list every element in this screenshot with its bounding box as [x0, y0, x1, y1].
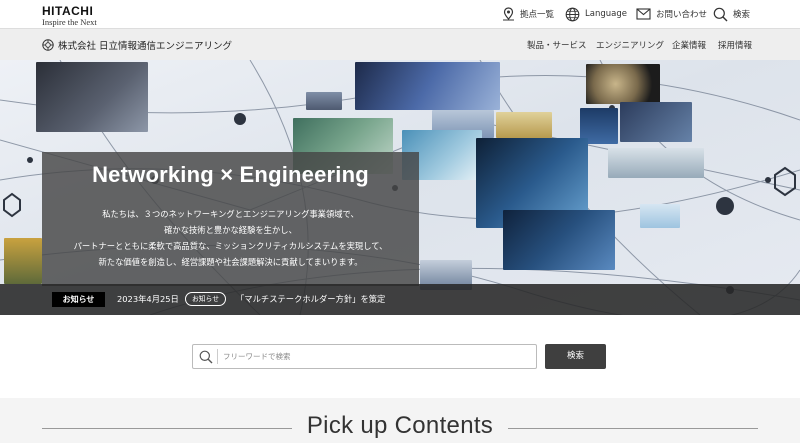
contact-label: お問い合わせ: [656, 10, 708, 20]
pickup-section: Pick up Contents: [0, 398, 800, 443]
contact-link[interactable]: お問い合わせ: [636, 6, 707, 22]
hero-tile-shield: [640, 204, 680, 228]
hitachi-emblem-icon: [42, 39, 54, 51]
hero-tile-wind: [608, 148, 704, 178]
map-pin-icon: [503, 7, 514, 21]
hero-overlay: Networking × Engineering 私たちは、３つのネットワーキン…: [42, 152, 419, 286]
search-field[interactable]: [192, 344, 537, 369]
hero-tile-security: [503, 210, 615, 270]
news-title-link[interactable]: 「マルチステークホルダー方針」を策定: [236, 293, 385, 305]
hero-title: Networking × Engineering: [92, 162, 369, 187]
locations-link[interactable]: 拠点一覧: [502, 6, 554, 22]
hero-line-3: パートナーとともに柔軟で高品質な、ミッションクリティカルシステムを実現して、: [73, 241, 388, 251]
brand-tagline: Inspire the Next: [42, 17, 97, 27]
mail-icon: [636, 8, 651, 20]
nav-company[interactable]: 企業情報: [672, 39, 706, 51]
company-name: 株式会社 日立情報通信エンジニアリング: [58, 41, 233, 52]
news-bar: お知らせ 2023年4月25日 お知らせ 「マルチステークホルダー方針」を策定: [0, 284, 800, 315]
search-link[interactable]: 検索: [713, 6, 750, 22]
nav-recruit[interactable]: 採用情報: [718, 39, 752, 51]
hero-tile-handshake: [355, 62, 500, 110]
language-label: Language: [585, 9, 627, 19]
pickup-title: Pick up Contents: [306, 412, 494, 439]
news-date: 2023年4月25日: [117, 294, 179, 304]
hero-tile-globe: [586, 64, 660, 104]
locations-label: 拠点一覧: [520, 10, 555, 20]
nav-products[interactable]: 製品・サービス: [527, 39, 587, 51]
search-button[interactable]: 検索: [545, 344, 606, 369]
hero-tile-collage: [620, 102, 692, 142]
hero-tile-tablet: [36, 62, 148, 132]
nav-engineering[interactable]: エンジニアリング: [596, 39, 664, 51]
search-icon: [713, 7, 728, 21]
search-link-label: 検索: [733, 10, 751, 20]
company-bar: 株式会社 日立情報通信エンジニアリング 製品・サービス エンジニアリング 企業情…: [0, 28, 800, 60]
search-divider: [217, 349, 218, 364]
globe-icon: [565, 7, 580, 21]
hero-tile-factory: [4, 238, 42, 284]
news-category-badge: お知らせ: [185, 292, 226, 306]
hero-banner: Networking × Engineering 私たちは、３つのネットワーキン…: [0, 60, 800, 315]
hero-line-2: 確かな技術と豊かな経験を生かし、: [164, 225, 297, 235]
language-link[interactable]: Language: [565, 6, 627, 22]
hero-tile-field: [496, 112, 552, 138]
company-logo[interactable]: 株式会社 日立情報通信エンジニアリング: [42, 38, 232, 52]
hero-line-4: 新たな価値を創造し、経営課題や社会課題解決に貢献してまいります。: [98, 257, 363, 267]
search-icon: [199, 350, 213, 364]
hitachi-logo[interactable]: HITACHI Inspire the Next: [42, 5, 97, 27]
hero-line-1: 私たちは、３つのネットワーキングとエンジニアリング事業領域で、: [102, 209, 359, 219]
top-bar: HITACHI Inspire the Next 拠点一覧 Language お…: [0, 0, 800, 28]
news-label[interactable]: お知らせ: [52, 292, 105, 307]
search-input[interactable]: [223, 348, 523, 365]
brand-name: HITACHI: [42, 4, 94, 18]
hero-tile-small: [306, 92, 342, 110]
